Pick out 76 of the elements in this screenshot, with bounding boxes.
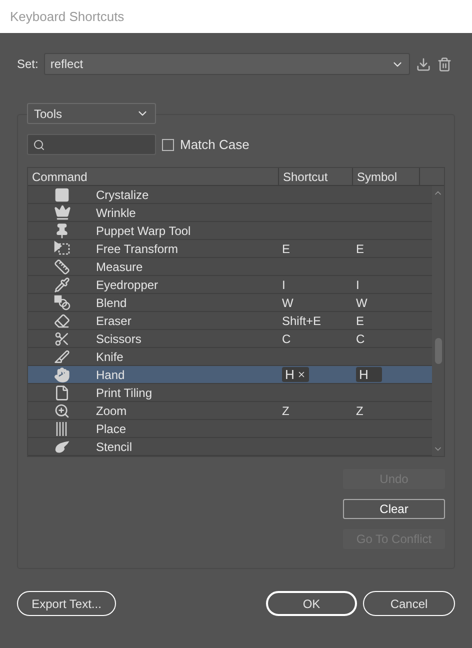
symbol-text: Z	[356, 404, 364, 418]
table-row[interactable]: Place	[28, 420, 432, 438]
column-header[interactable]: Shortcut	[278, 168, 352, 186]
command-name: Wrinkle	[96, 204, 137, 222]
table-row[interactable]: Scissors C C	[28, 330, 432, 348]
scroll-thumb[interactable]	[434, 338, 442, 364]
match-case-checkbox[interactable]	[162, 138, 174, 150]
shortcut-text: E	[282, 242, 290, 256]
command-name: Scissors	[96, 330, 142, 348]
download-icon[interactable]	[416, 56, 431, 72]
clear-icon[interactable]	[297, 370, 306, 379]
command-name: Print Tiling	[96, 384, 154, 402]
category-dropdown[interactable]: Tools	[27, 103, 156, 124]
window-title: Keyboard Shortcuts	[10, 8, 124, 26]
page-icon	[54, 384, 70, 400]
symbol-text: E	[356, 242, 364, 256]
magnifier-icon	[54, 402, 70, 418]
command-name: Knife	[96, 348, 124, 366]
export-text-button[interactable]: Export Text...	[17, 591, 116, 616]
set-dropdown[interactable]: reflect	[44, 53, 410, 75]
search-icon	[33, 138, 45, 150]
table-row[interactable]: Print Tiling	[28, 384, 432, 402]
crown-icon	[54, 204, 70, 221]
command-name: Eyedropper	[96, 276, 160, 294]
table-row[interactable]: Crystalize	[28, 186, 432, 204]
command-name: Place	[96, 420, 128, 438]
shortcut-text: Shift+E	[282, 314, 322, 328]
command-name: Measure	[96, 258, 144, 276]
command-name: Stencil	[96, 438, 134, 456]
symbol-text: W	[356, 296, 368, 310]
command-name: Crystalize	[96, 186, 150, 204]
shortcut-field[interactable]: H	[282, 366, 310, 382]
column-header[interactable]: Command	[28, 168, 278, 186]
table-row[interactable]: Puppet Warp Tool	[28, 222, 432, 240]
set-label: Set:	[17, 56, 38, 73]
table-row[interactable]: Eyedropper I I	[28, 276, 432, 294]
command-name: Blend	[96, 294, 128, 312]
knife-icon	[54, 348, 70, 364]
trash-icon[interactable]	[437, 56, 452, 72]
shortcut-text: Z	[282, 404, 290, 418]
side-button[interactable]: Clear	[343, 499, 445, 519]
symbol-field[interactable]: H	[356, 366, 382, 382]
ok-button[interactable]: OK	[266, 591, 357, 616]
command-name: Puppet Warp Tool	[96, 222, 192, 240]
table-row[interactable]: Blend W W	[28, 294, 432, 312]
hand-icon	[54, 366, 70, 382]
table-row[interactable]: Zoom Z Z	[28, 402, 432, 420]
table-row[interactable]: Measure	[28, 258, 432, 276]
command-name: Free Transform	[96, 240, 180, 258]
transform-icon	[53, 240, 71, 258]
command-name: Zoom	[96, 402, 128, 420]
eraser-icon	[54, 312, 70, 328]
blend-icon	[53, 294, 71, 312]
scissors-icon	[54, 330, 70, 346]
ruler-icon	[54, 258, 70, 274]
shape-icon	[54, 186, 70, 202]
symbol-text: C	[356, 332, 365, 346]
scrollbar[interactable]	[432, 186, 444, 456]
column-header[interactable]: Symbol	[352, 168, 420, 186]
cancel-button[interactable]: Cancel	[363, 591, 455, 616]
table-row[interactable]: Eraser Shift+E E	[28, 312, 432, 330]
search-field[interactable]	[27, 134, 156, 155]
shortcut-text: W	[282, 296, 294, 310]
match-case-label: Match Case	[180, 136, 250, 154]
pin-icon	[54, 222, 70, 238]
symbol-text: I	[356, 278, 360, 292]
symbol-text: E	[356, 314, 364, 328]
table-row[interactable]: Hand H H	[28, 366, 432, 384]
shortcut-text: C	[282, 332, 291, 346]
table-row[interactable]: Stencil	[28, 438, 432, 456]
table-row[interactable]: Wrinkle	[28, 204, 432, 222]
table-row[interactable]: Free Transform E E	[28, 240, 432, 258]
command-name: Hand	[96, 366, 126, 384]
shortcut-text: I	[282, 278, 286, 292]
eyedropper-icon	[54, 276, 70, 292]
command-name: Eraser	[96, 312, 132, 330]
